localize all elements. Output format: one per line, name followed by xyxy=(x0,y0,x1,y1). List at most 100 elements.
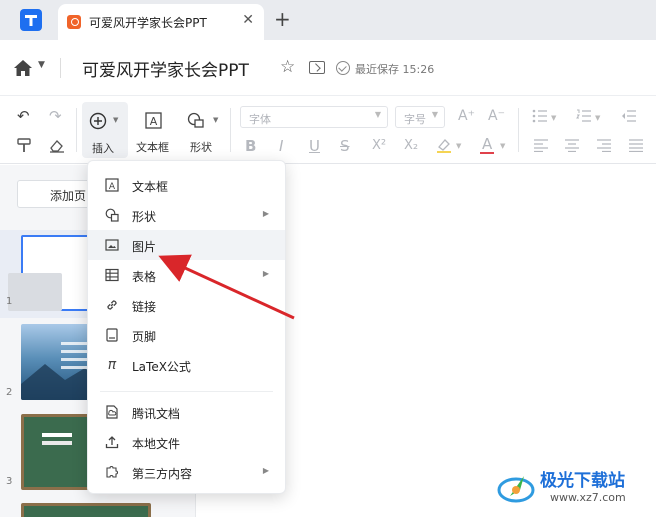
home-menu-caret-icon[interactable]: ▼ xyxy=(38,60,45,70)
menu-item-local-file[interactable]: 本地文件 xyxy=(88,427,285,457)
bullet-list-icon[interactable] xyxy=(532,109,548,123)
numbered-caret-icon[interactable]: ▼ xyxy=(595,114,600,122)
menu-item-shape[interactable]: 形状 ▶ xyxy=(88,200,285,230)
slide-number: 2 xyxy=(6,387,13,398)
watermark-logo-icon xyxy=(497,476,535,503)
new-tab-button[interactable]: + xyxy=(274,8,291,30)
shape-tool-label[interactable]: 形状 xyxy=(190,139,212,155)
document-tab[interactable]: 可爱风开学家长会PPT ✕ xyxy=(58,4,264,40)
textbox-tool-label[interactable]: 文本框 xyxy=(136,139,169,155)
grow-font-button[interactable]: A⁺ xyxy=(458,108,475,124)
puzzle-icon xyxy=(106,466,118,478)
saved-check-icon xyxy=(336,61,350,75)
slide-thumbnail-4[interactable] xyxy=(21,503,151,517)
document-title[interactable]: 可爱风开学家长会PPT xyxy=(82,56,249,81)
table-icon xyxy=(105,268,119,282)
chevron-right-icon: ▶ xyxy=(262,209,269,218)
align-center-icon[interactable] xyxy=(564,139,580,152)
font-color-caret-icon[interactable]: ▼ xyxy=(500,142,505,150)
footer-icon xyxy=(106,328,118,342)
font-family-select[interactable]: 字体 ▼ xyxy=(240,106,388,128)
shape-icon xyxy=(105,208,119,222)
menu-item-link[interactable]: 链接 xyxy=(88,290,285,320)
menu-item-label: 表格 xyxy=(132,270,157,284)
menu-item-latex[interactable]: π LaTeX公式 xyxy=(88,350,285,380)
chevron-down-icon: ▼ xyxy=(431,110,438,119)
chevron-right-icon: ▶ xyxy=(262,466,269,475)
menu-item-label: 链接 xyxy=(132,300,157,314)
tab-bar: 可爱风开学家长会PPT ✕ + xyxy=(0,0,656,40)
insert-label: 插入 xyxy=(92,142,114,155)
menu-item-label: 第三方内容 xyxy=(132,467,193,481)
font-color-button[interactable]: A xyxy=(482,136,492,152)
align-left-icon[interactable] xyxy=(533,139,549,152)
close-tab-icon[interactable]: ✕ xyxy=(242,12,254,28)
shape-tool-icon[interactable] xyxy=(187,112,207,129)
menu-item-label: 腾讯文档 xyxy=(132,407,181,421)
watermark-title: 极光下载站 xyxy=(540,471,625,491)
strikethrough-button[interactable]: S xyxy=(340,138,350,154)
highlight-icon[interactable] xyxy=(436,137,452,153)
watermark-url: www.xz7.com xyxy=(550,491,626,504)
star-icon[interactable]: ☆ xyxy=(280,57,295,77)
plus-circle-icon xyxy=(89,112,107,130)
italic-button[interactable]: I xyxy=(279,138,283,154)
insert-caret-icon: ▼ xyxy=(113,116,119,124)
menu-item-image[interactable]: 图片 xyxy=(88,230,285,260)
format-painter-icon[interactable] xyxy=(17,138,32,153)
slide-text-lines xyxy=(42,433,72,437)
move-to-folder-icon[interactable] xyxy=(309,61,325,74)
tab-title: 可爱风开学家长会PPT xyxy=(89,16,207,30)
menu-item-third-party[interactable]: 第三方内容 ▶ xyxy=(88,457,285,487)
toolbar: ↶ ↷ ▼ 插入 A 文本框 ▼ 形状 字体 ▼ 字号 ▼ A⁺ A⁻ B I … xyxy=(0,96,656,164)
font-color-swatch xyxy=(480,152,494,154)
menu-item-textbox[interactable]: A 文本框 xyxy=(88,170,285,200)
redo-icon[interactable]: ↷ xyxy=(49,108,62,124)
home-icon[interactable] xyxy=(13,59,33,77)
svg-text:A: A xyxy=(150,115,158,128)
toolbar-divider xyxy=(518,108,519,152)
font-size-placeholder: 号 xyxy=(415,113,426,126)
outdent-icon[interactable] xyxy=(621,109,637,123)
slide-number: 1 xyxy=(6,296,13,307)
ppt-file-icon xyxy=(67,15,81,29)
shrink-font-button[interactable]: A⁻ xyxy=(488,108,505,124)
add-page-label: 添加页 xyxy=(50,189,87,203)
toolbar-divider xyxy=(230,108,231,152)
bullet-caret-icon[interactable]: ▼ xyxy=(551,114,556,122)
justify-icon[interactable] xyxy=(628,139,644,152)
undo-icon[interactable]: ↶ xyxy=(17,108,30,124)
textbox-icon: A xyxy=(105,178,119,192)
slide-thumbnail-1-overlay xyxy=(8,273,62,311)
menu-item-table[interactable]: 表格 ▶ xyxy=(88,260,285,290)
chevron-down-icon: ▼ xyxy=(374,110,381,119)
title-bar: ▼ 可爱风开学家长会PPT ☆ 最近保存 15:26 xyxy=(0,40,656,96)
slide-number: 3 xyxy=(6,476,13,487)
svg-text:A: A xyxy=(109,182,116,192)
clear-format-icon[interactable] xyxy=(49,138,65,153)
chevron-right-icon: ▶ xyxy=(262,269,269,278)
title-divider xyxy=(60,58,61,78)
subscript-button[interactable]: X₂ xyxy=(404,138,418,154)
font-size-select[interactable]: 字号 ▼ xyxy=(395,106,445,128)
numbered-list-icon[interactable] xyxy=(576,109,592,123)
menu-item-label: 图片 xyxy=(132,240,157,254)
bold-button[interactable]: B xyxy=(245,138,256,154)
image-icon xyxy=(105,239,119,251)
font-family-placeholder: 字体 xyxy=(249,113,271,126)
menu-item-tencent-docs[interactable]: 腾讯文档 xyxy=(88,397,285,427)
menu-item-footer[interactable]: 页脚 xyxy=(88,320,285,350)
insert-menu: A 文本框 形状 ▶ 图片 表格 ▶ 链接 页脚 π LaTeX公式 腾讯文档 … xyxy=(87,160,286,494)
textbox-tool-icon[interactable]: A xyxy=(145,112,162,129)
superscript-button[interactable]: X² xyxy=(372,138,386,154)
insert-button[interactable]: ▼ 插入 xyxy=(82,102,128,158)
save-status: 最近保存 15:26 xyxy=(355,63,435,76)
toolbar-divider xyxy=(76,108,77,152)
underline-button[interactable]: U xyxy=(309,138,320,154)
upload-icon xyxy=(105,436,119,449)
highlight-caret-icon[interactable]: ▼ xyxy=(456,142,461,150)
shape-caret-icon[interactable]: ▼ xyxy=(213,116,218,124)
align-right-icon[interactable] xyxy=(596,139,612,152)
app-logo-icon[interactable] xyxy=(20,9,42,31)
link-icon xyxy=(107,300,117,310)
